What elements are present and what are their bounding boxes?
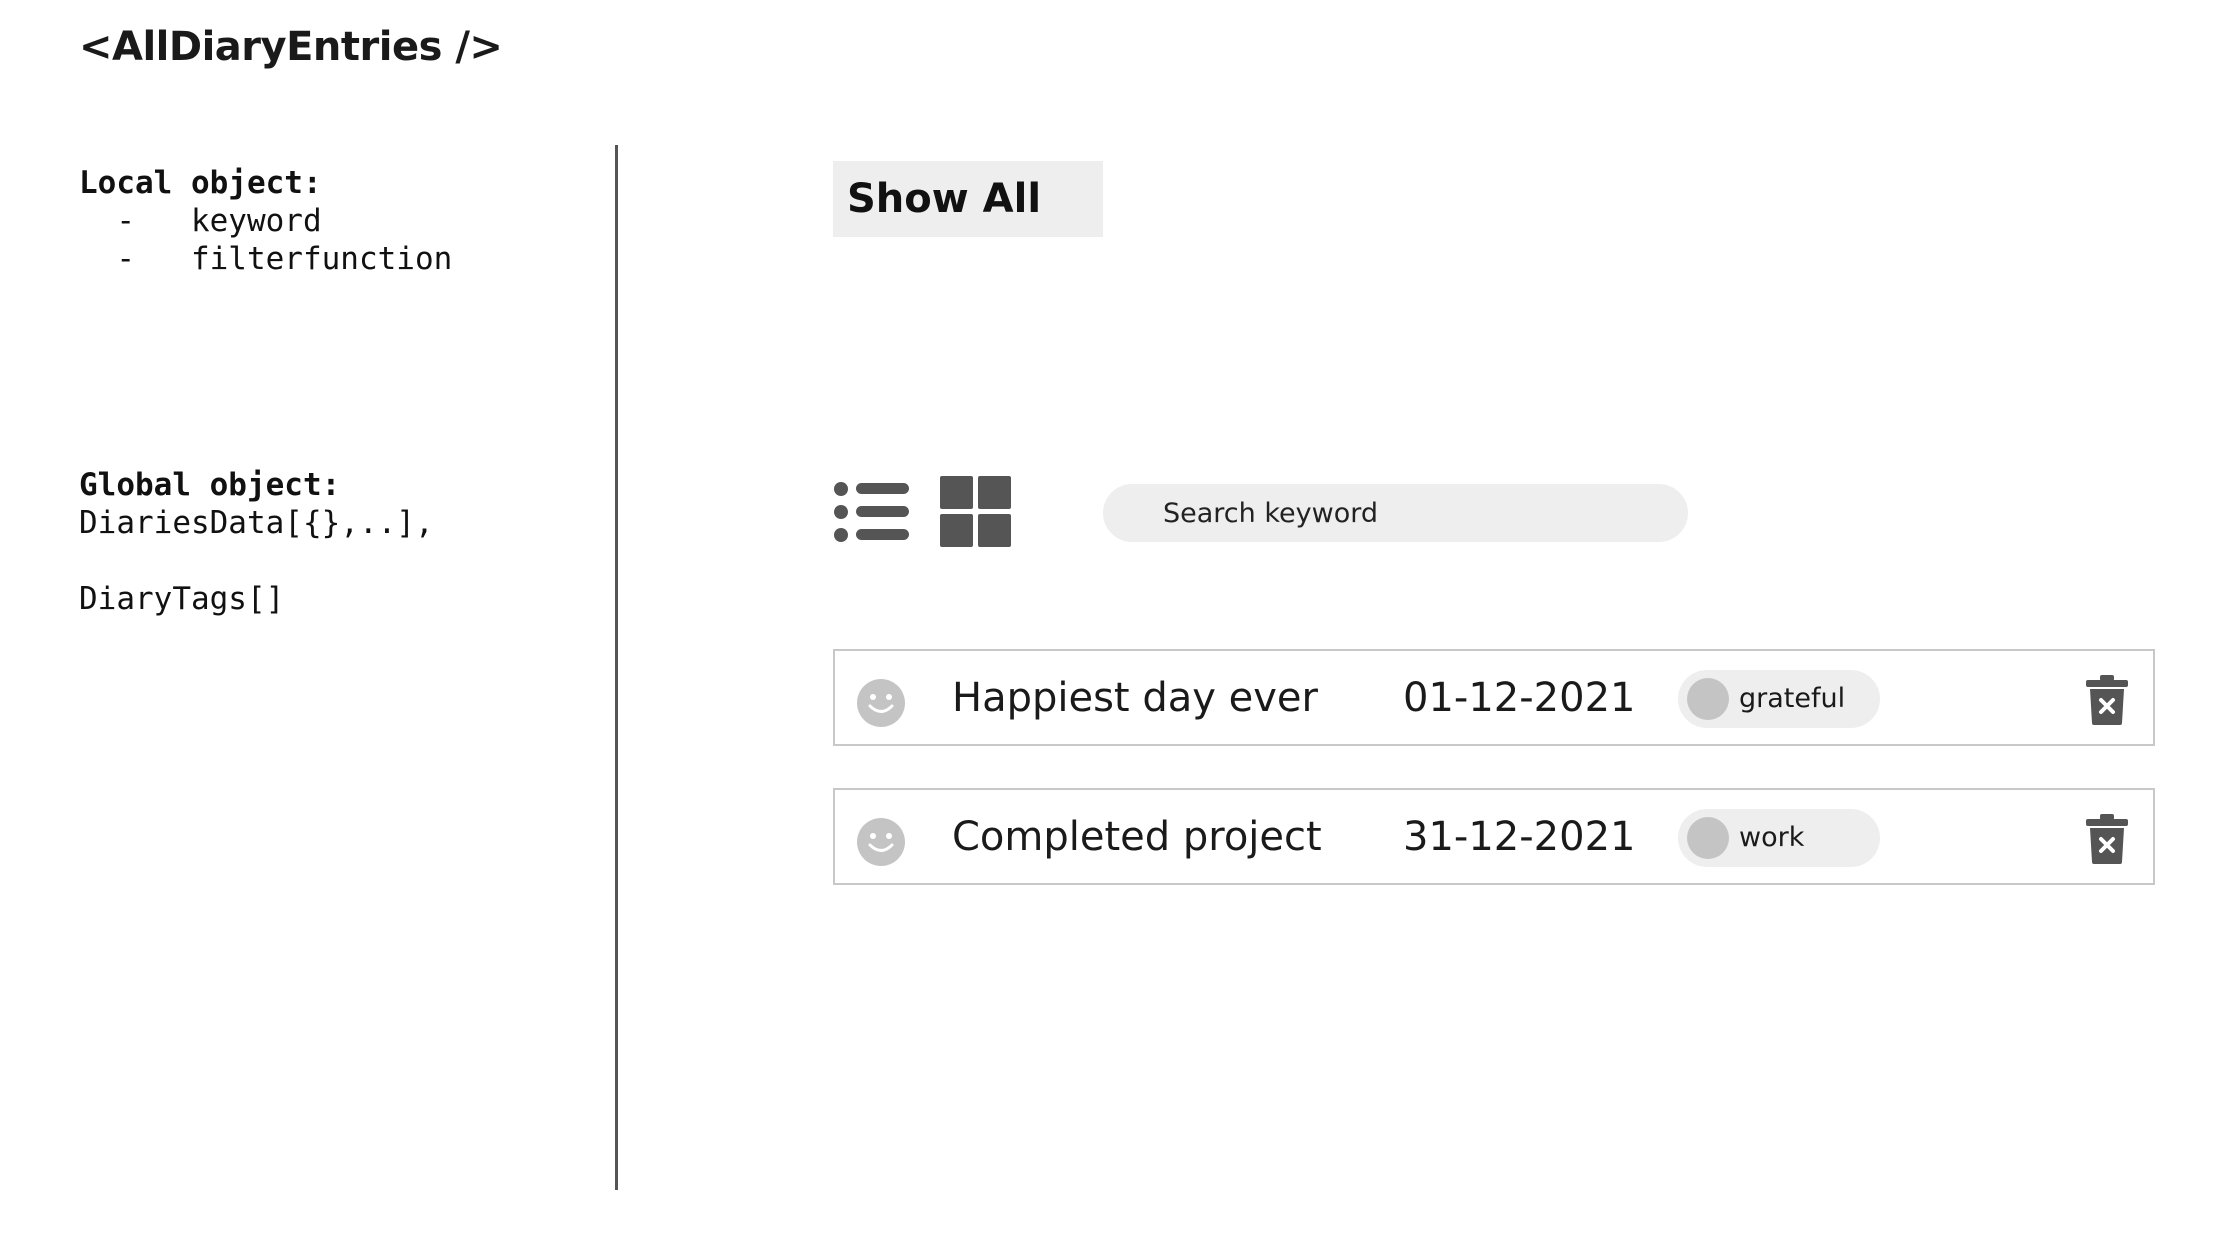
wireframe-page: <AllDiaryEntries /> Local object: - keyw… (0, 0, 2224, 1240)
tag-label: work (1739, 822, 1805, 853)
tag-color-dot (1687, 817, 1729, 859)
global-object-notes: Global object: DiariesData[{},..], Diary… (79, 466, 434, 618)
list-icon (834, 482, 909, 542)
tag-chip[interactable]: grateful (1678, 670, 1880, 728)
local-object-item: - keyword (79, 203, 322, 239)
trash-icon (2086, 814, 2128, 864)
global-object-heading: Global object: (79, 467, 341, 503)
local-object-notes: Local object: - keyword - filterfunction (79, 164, 452, 278)
entry-date: 31-12-2021 (1403, 814, 1636, 860)
grid-icon (940, 476, 1011, 547)
tag-label: grateful (1739, 683, 1846, 714)
local-object-item-label: filterfunction (190, 241, 453, 277)
smiley-face-icon (857, 679, 905, 727)
entry-title: Completed project (952, 814, 1322, 860)
search-input[interactable] (1103, 484, 1688, 542)
entry-title: Happiest day ever (952, 675, 1318, 721)
global-object-item: DiariesData[{},..], (79, 505, 434, 541)
diary-entry-row[interactable]: Happiest day ever 01-12-2021 grateful (833, 649, 2155, 746)
tag-color-dot (1687, 678, 1729, 720)
grid-view-button[interactable] (940, 476, 1012, 548)
smiley-face-icon (857, 818, 905, 866)
local-object-heading: Local object: (79, 165, 322, 201)
diary-entry-row[interactable]: Completed project 31-12-2021 work (833, 788, 2155, 885)
delete-entry-button[interactable] (2085, 675, 2129, 725)
delete-entry-button[interactable] (2085, 814, 2129, 864)
local-object-item-label: keyword (190, 203, 322, 239)
component-title: <AllDiaryEntries /> (79, 24, 503, 70)
vertical-divider (615, 145, 618, 1190)
tag-chip[interactable]: work (1678, 809, 1880, 867)
list-view-button[interactable] (833, 480, 911, 544)
entry-date: 01-12-2021 (1403, 675, 1636, 721)
local-object-item: - filterfunction (79, 241, 453, 277)
global-object-item: DiaryTags[] (79, 581, 285, 617)
trash-icon (2086, 675, 2128, 725)
show-all-button[interactable]: Show All (833, 161, 1103, 237)
